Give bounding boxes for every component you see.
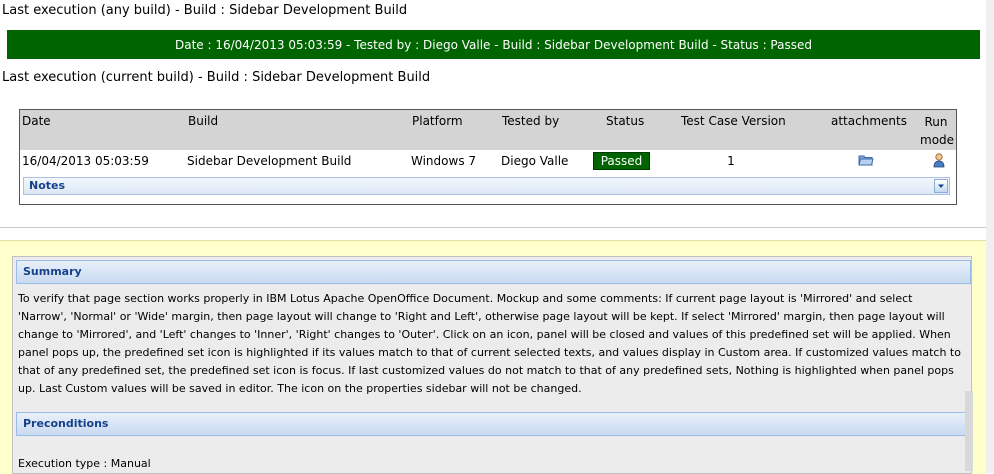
execution-table: Date Build Platform Tested by Status Tes… (19, 109, 957, 205)
cell-test-case-version: 1 (727, 154, 735, 168)
col-header-run-mode-line1: Run (924, 115, 948, 129)
col-header-tested-by: Tested by (502, 114, 560, 128)
execution-type: Execution type : Manual (18, 457, 151, 470)
page-scrollbar[interactable] (986, 0, 994, 473)
notes-toggle-button[interactable] (934, 179, 948, 193)
col-header-run-mode: Run mode (920, 113, 955, 149)
details-scrollbar[interactable] (965, 391, 973, 471)
notes-label: Notes (29, 179, 66, 192)
last-execution-panel: Last execution (any build) - Build : Sid… (0, 0, 986, 228)
col-header-date: Date (22, 114, 51, 128)
folder-icon[interactable] (858, 152, 874, 168)
summary-line: 'Narrow', 'Normal' or 'Wide' margin, the… (18, 310, 945, 323)
col-header-build: Build (188, 114, 219, 128)
col-header-status: Status (606, 114, 645, 128)
last-execution-any-build-heading: Last execution (any build) - Build : Sid… (2, 3, 408, 18)
summary-line: up. Last Custom values will be saved in … (18, 382, 582, 395)
chevron-down-icon (938, 184, 944, 188)
col-header-run-mode-line2: mode (920, 133, 955, 147)
summary-section-header: Summary (16, 260, 971, 284)
col-header-attachments: attachments (831, 114, 907, 128)
preconditions-section-header: Preconditions (16, 412, 971, 436)
summary-line: that of any predefined set, the predefin… (18, 364, 954, 377)
user-icon (933, 153, 945, 168)
execution-table-header: Date Build Platform Tested by Status Tes… (20, 110, 956, 150)
col-header-test-case-version: Test Case Version (681, 114, 786, 128)
summary-text: To verify that page section works proper… (18, 290, 970, 398)
last-execution-status-bar: Date : 16/04/2013 05:03:59 - Tested by :… (7, 30, 980, 59)
cell-build: Sidebar Development Build (187, 154, 352, 168)
summary-line: To verify that page section works proper… (18, 292, 913, 305)
preconditions-title: Preconditions (23, 417, 109, 430)
last-execution-current-build-heading: Last execution (current build) - Build :… (2, 70, 431, 85)
summary-line: panel pops up, the predefined set icon i… (18, 346, 961, 359)
status-badge: Passed (593, 152, 650, 170)
col-header-platform: Platform (412, 114, 463, 128)
summary-line: change to 'Mirrored', and 'Left' changes… (18, 328, 951, 341)
notes-bar[interactable]: Notes (23, 177, 950, 195)
summary-title: Summary (23, 265, 82, 278)
cell-tested-by: Diego Valle (501, 154, 569, 168)
cell-platform: Windows 7 (411, 154, 477, 168)
cell-date: 16/04/2013 05:03:59 (22, 154, 149, 168)
test-case-details-panel: Summary To verify that page section work… (0, 240, 986, 474)
test-case-details-box: Summary To verify that page section work… (12, 256, 972, 474)
